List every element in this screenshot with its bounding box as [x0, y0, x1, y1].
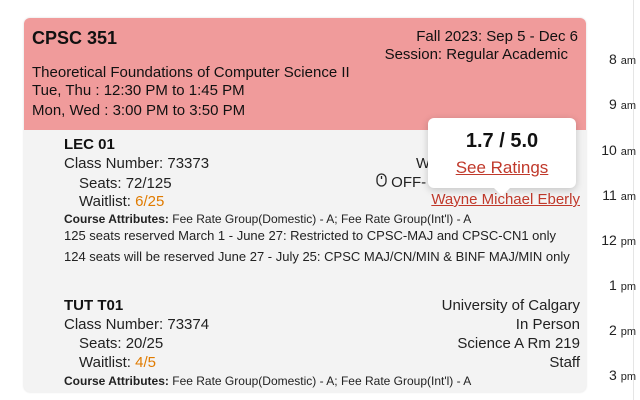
section-title: TUT T01 — [64, 297, 124, 314]
course-card: CPSC 351 Fall 2023: Sep 5 - Dec 6 Sessio… — [24, 18, 586, 392]
section-title: LEC 01 — [64, 136, 115, 153]
class-number: Class Number: 73374 — [64, 316, 210, 333]
hour-label: 8 am — [609, 51, 636, 67]
reserve-note: 125 seats reserved March 1 - June 27: Re… — [64, 228, 557, 243]
waitlist: Waitlist: 4/5 — [79, 354, 156, 371]
instructor: Staff — [549, 354, 580, 371]
attributes-label: Course Attributes: — [64, 212, 169, 226]
reserve-note: 124 seats will be reserved June 27 - Jul… — [64, 249, 570, 264]
waitlist-value: 4/5 — [135, 354, 156, 371]
rating-value: 1.7 / 5.0 — [465, 130, 539, 152]
hour-label: 1 pm — [609, 277, 636, 293]
hour-label: 11 am — [602, 187, 636, 203]
course-code: CPSC 351 — [32, 28, 118, 48]
delivery-mode: OFF- — [376, 173, 426, 191]
delivery-label: OFF- — [391, 174, 427, 191]
campus: University of Calgary — [441, 297, 580, 314]
schedule-line: Tue, Thu : 12:30 PM to 1:45 PM — [32, 82, 245, 99]
class-number: Class Number: 73373 — [64, 155, 210, 172]
waitlist: Waitlist: 6/25 — [79, 193, 164, 210]
waitlist-label: Waitlist: — [79, 193, 136, 210]
room: Science A Rm 219 — [457, 335, 580, 352]
hour-label: 12 pm — [601, 232, 636, 248]
hour-label: 3 pm — [609, 367, 636, 383]
time-axis: 8 am 9 am 10 am 11 am 12 pm 1 pm 2 pm 3 … — [596, 0, 640, 400]
course-term: Fall 2023: Sep 5 - Dec 6 — [416, 28, 578, 45]
hour-label: 2 pm — [609, 322, 636, 338]
hour-label: 10 am — [601, 142, 636, 158]
course-header: CPSC 351 Fall 2023: Sep 5 - Dec 6 Sessio… — [24, 18, 586, 130]
course-attributes: Course Attributes: Fee Rate Group(Domest… — [64, 374, 471, 388]
waitlist-value: 6/25 — [135, 193, 165, 210]
course-session: Session: Regular Academic — [384, 46, 568, 63]
delivery-mode: In Person — [515, 316, 580, 333]
hour-label: 9 am — [609, 96, 636, 112]
attributes-value: Fee Rate Group(Domestic) - A; Fee Rate G… — [168, 374, 472, 388]
course-title: Theoretical Foundations of Computer Scie… — [32, 64, 350, 81]
attributes-value: Fee Rate Group(Domestic) - A; Fee Rate G… — [168, 212, 472, 226]
schedule-line: Mon, Wed : 3:00 PM to 3:50 PM — [32, 102, 246, 119]
attributes-label: Course Attributes: — [64, 374, 169, 388]
course-attributes: Course Attributes: Fee Rate Group(Domest… — [64, 212, 471, 226]
mouse-icon — [376, 173, 391, 191]
ratings-popup: 1.7 / 5.0 See Ratings — [428, 118, 576, 196]
seats: Seats: 20/25 — [79, 335, 164, 352]
seats: Seats: 72/125 — [79, 175, 172, 192]
waitlist-label: Waitlist: — [79, 354, 136, 371]
see-ratings-link[interactable]: See Ratings — [428, 158, 576, 178]
